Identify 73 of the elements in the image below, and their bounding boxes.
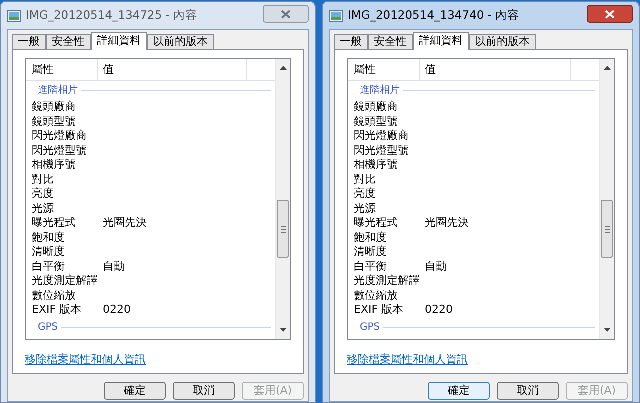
- property-name: 亮度: [353, 187, 377, 202]
- vertical-scrollbar[interactable]: [275, 59, 290, 339]
- column-header[interactable]: 值: [98, 59, 247, 80]
- property-name: 光源: [31, 202, 55, 216]
- property-name: 數位縮放: [31, 288, 77, 303]
- scroll-up-icon: [280, 66, 286, 70]
- scroll-thumb[interactable]: [601, 200, 613, 258]
- scroll-thumb[interactable]: [277, 200, 289, 258]
- column-header[interactable]: 屬性: [348, 59, 420, 80]
- property-name: 亮度: [31, 187, 55, 202]
- dialog-button[interactable]: 確定: [428, 382, 490, 400]
- tab[interactable]: 安全性: [368, 34, 413, 49]
- tab[interactable]: 以前的版本: [469, 34, 536, 49]
- property-name: 曝光程式: [31, 216, 77, 230]
- tab[interactable]: 安全性: [46, 34, 91, 49]
- property-name: 鏡頭廠商: [353, 100, 399, 114]
- scroll-down-icon: [280, 328, 286, 332]
- property-name: 清晰度: [353, 245, 388, 260]
- tab[interactable]: 一般: [12, 34, 46, 49]
- property-name: 閃光燈型號: [31, 144, 88, 158]
- property-name: 曝光程式: [353, 216, 399, 230]
- property-value: 光圈先決: [102, 216, 147, 230]
- property-value: 0220: [424, 303, 453, 318]
- image-file-icon: [7, 10, 21, 22]
- close-icon: [281, 10, 291, 18]
- window-title: IMG_20120514_134725 - 內容: [26, 6, 198, 24]
- property-name: 相機序號: [353, 158, 399, 172]
- property-name: 光源: [353, 202, 377, 216]
- dialog-button[interactable]: 取消: [173, 382, 235, 400]
- tab[interactable]: 以前的版本: [147, 34, 214, 49]
- remove-properties-link[interactable]: 移除檔案屬性和個人資訊: [25, 353, 146, 366]
- property-name: 相機序號: [31, 158, 77, 172]
- scroll-up-icon: [604, 66, 610, 70]
- property-name: 飽和度: [353, 230, 388, 245]
- property-name: 光度測定解譯: [31, 274, 98, 288]
- dialog-button[interactable]: 取消: [497, 382, 559, 400]
- property-name: 白平衡: [31, 260, 66, 274]
- window-title: IMG_20120514_134740 - 內容: [348, 6, 520, 24]
- column-header[interactable]: 屬性: [26, 59, 98, 80]
- property-name: 對比: [353, 172, 377, 187]
- scroll-down-icon: [604, 328, 610, 332]
- dialog-button[interactable]: 確定: [104, 382, 166, 400]
- property-name: EXIF 版本: [31, 303, 83, 318]
- property-value: 0220: [102, 303, 131, 318]
- property-name: 閃光燈廠商: [31, 129, 88, 144]
- tab[interactable]: 詳細資料: [413, 32, 469, 50]
- property-name: 鏡頭型號: [353, 114, 398, 129]
- close-icon: [605, 10, 615, 18]
- property-name: 鏡頭型號: [31, 114, 76, 129]
- tab[interactable]: 一般: [334, 34, 368, 49]
- property-name: 鏡頭廠商: [31, 100, 77, 114]
- group-heading: GPS: [360, 320, 380, 334]
- group-heading: 進階相片: [38, 84, 78, 98]
- property-name: 閃光燈廠商: [353, 129, 410, 144]
- property-name: 清晰度: [31, 245, 66, 260]
- close-button[interactable]: [587, 5, 633, 23]
- property-name: 光度測定解譯: [353, 274, 420, 288]
- vertical-scrollbar[interactable]: [599, 59, 614, 339]
- property-name: 對比: [31, 172, 55, 187]
- property-name: 數位縮放: [353, 288, 399, 303]
- property-name: 飽和度: [31, 230, 66, 245]
- remove-properties-link[interactable]: 移除檔案屬性和個人資訊: [347, 353, 468, 366]
- property-value: 自動: [102, 260, 125, 274]
- property-value: 光圈先決: [424, 216, 469, 230]
- property-name: EXIF 版本: [353, 303, 405, 318]
- property-name: 白平衡: [353, 260, 388, 274]
- tab[interactable]: 詳細資料: [91, 32, 147, 50]
- column-header[interactable]: 值: [420, 59, 571, 80]
- image-file-icon: [329, 10, 343, 22]
- group-heading: 進階相片: [360, 84, 400, 98]
- property-value: 自動: [424, 260, 447, 274]
- group-heading: GPS: [38, 320, 58, 334]
- property-name: 閃光燈型號: [353, 144, 410, 158]
